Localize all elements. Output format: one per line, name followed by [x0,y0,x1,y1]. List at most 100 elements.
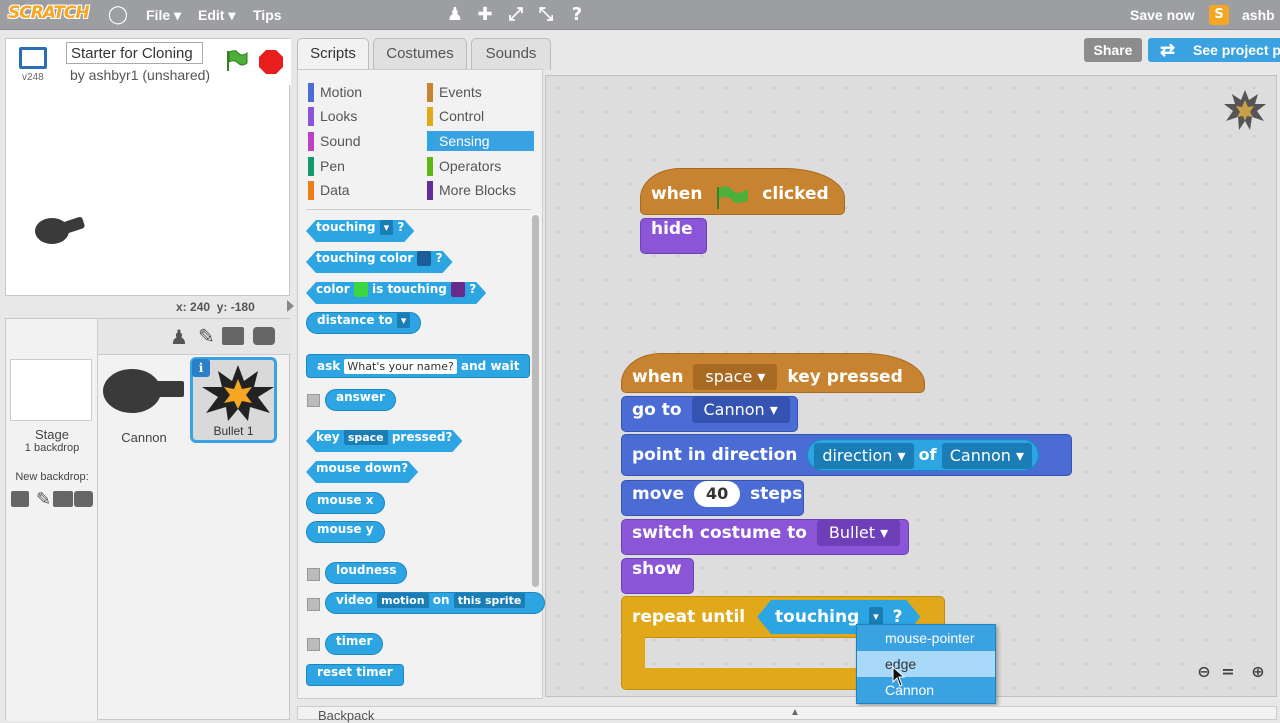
category-looks[interactable]: Looks [308,106,418,126]
category-more-blocks[interactable]: More Blocks [427,180,534,200]
costume-dropdown[interactable]: Bullet ▾ [816,520,901,546]
sprite-thumbnail-bullet[interactable]: i Bullet 1 [190,357,277,443]
backpack-bar[interactable]: Backpack ▲ [297,706,1277,723]
block-ask-and-wait[interactable]: ask What's your name? and wait [306,354,531,378]
green-flag-icon[interactable] [224,49,248,73]
when-flag-clicked-block[interactable]: when clicked [640,168,845,215]
paint-sprite-icon[interactable]: ✎ [198,324,215,349]
script-area[interactable]: when clicked hide when space ▾ key press… [545,75,1277,697]
camera-backdrop-icon[interactable] [74,491,93,507]
category-control[interactable]: Control [427,106,534,126]
block-key-pressed[interactable]: key space pressed? [306,430,462,452]
go-to-target-dropdown[interactable]: Cannon ▾ [691,397,790,423]
remix-arrows-icon: ⇄ [1160,40,1176,60]
sprite-library-icon[interactable]: ♟ [170,325,188,350]
block-mouse-y[interactable]: mouse y [306,521,385,543]
block-answer[interactable]: answer [325,389,396,411]
block-distance-to[interactable]: distance to ▾ [306,312,422,334]
see-project-page-button[interactable]: ⇄ See project p [1148,38,1280,62]
move-steps-block[interactable]: move 40 steps [621,480,804,516]
zoom-reset-icon[interactable]: = [1218,662,1238,682]
save-now-link[interactable]: Save now [1130,0,1195,30]
grow-icon[interactable]: ⤢ [505,4,527,26]
show-block[interactable]: show [621,558,694,594]
backdrop-count: 1 backdrop [24,442,80,454]
project-byline: by ashbyr1 (unshared) [70,67,211,83]
globe-icon[interactable]: ◯ [107,4,129,26]
tab-scripts[interactable]: Scripts [297,38,369,70]
tips-link[interactable]: Tips [253,0,282,30]
help-icon[interactable]: ? [566,4,588,26]
hide-block[interactable]: hide [640,218,707,254]
block-mouse-x[interactable]: mouse x [306,492,385,514]
collapse-stage-arrow[interactable] [287,300,294,312]
scratch-logo[interactable]: SCRATCH [8,3,90,27]
answer-checkbox[interactable] [307,394,320,407]
sprite-label: Cannon [121,430,167,445]
mouse-cursor-icon [892,665,906,688]
block-touching[interactable]: touching ▾ ? [306,220,414,242]
category-pen[interactable]: Pen [308,156,418,176]
menu-item-cannon[interactable]: Cannon [857,677,995,703]
block-touching-color[interactable]: touching color ? [306,251,453,273]
block-reset-timer[interactable]: reset timer [306,664,404,686]
zoom-in-icon[interactable]: ⊕ [1248,662,1268,682]
direction-dropdown[interactable]: direction ▾ [814,442,914,469]
stop-icon[interactable] [258,49,284,75]
category-events[interactable]: Events [427,82,534,102]
category-motion[interactable]: Motion [308,82,418,102]
menu-item-mouse-pointer[interactable]: mouse-pointer [857,625,995,651]
steps-input[interactable]: 40 [693,481,741,507]
shrink-icon[interactable]: ⤡ [535,4,557,26]
menu-item-edge[interactable]: edge [857,651,995,677]
cut-icon[interactable]: ✚ [474,4,496,26]
block-mouse-down[interactable]: mouse down? [306,461,418,483]
palette-scrollbar[interactable] [532,215,539,587]
block-loudness[interactable]: loudness [325,562,408,584]
video-checkbox[interactable] [307,598,320,611]
upload-sprite-icon[interactable] [222,327,244,345]
chevron-up-icon: ▲ [790,707,800,718]
my-stuff-icon[interactable]: S [1209,5,1229,25]
palette-divider [306,209,531,210]
category-operators[interactable]: Operators [427,156,534,176]
stage-header: v248 by ashbyr1 (unshared) [6,39,291,85]
block-timer[interactable]: timer [325,633,384,655]
fullscreen-icon[interactable] [19,47,47,69]
menu-bar: SCRATCH ◯ File ▾ Edit ▾ Tips ♟ ✚ ⤢ ⤡ ? S… [0,0,1280,30]
backdrop-library-icon[interactable] [11,491,29,507]
paint-backdrop-icon[interactable]: ✎ [36,489,51,510]
category-sound[interactable]: Sound [308,131,418,151]
point-in-direction-block[interactable]: point in direction direction ▾ of Cannon… [621,434,1072,476]
switch-costume-block[interactable]: switch costume to Bullet ▾ [621,519,909,555]
block-video-on[interactable]: video motion on this sprite [325,592,545,614]
when-key-pressed-block[interactable]: when space ▾ key pressed [621,353,925,393]
username[interactable]: ashb [1242,0,1275,30]
block-color-touching-color[interactable]: color is touching ? [306,282,486,304]
cannon-sprite-on-stage[interactable] [34,213,86,247]
duplicate-stamp-icon[interactable]: ♟ [444,4,466,26]
key-dropdown[interactable]: space ▾ [693,364,778,390]
tab-sounds[interactable]: Sounds [471,38,551,70]
share-button[interactable]: Share [1084,38,1142,62]
direction-of-sensing-reporter[interactable]: direction ▾ of Cannon ▾ [807,439,1040,471]
timer-checkbox[interactable] [307,638,320,651]
upload-backdrop-icon[interactable] [53,491,73,507]
sprite-panel: Stage 1 backdrop New backdrop: ✎ ♟ ✎ Can… [5,318,291,721]
category-data[interactable]: Data [308,180,418,200]
stage-thumbnail[interactable] [10,359,92,421]
go-to-block[interactable]: go to Cannon ▾ [621,396,798,432]
edit-menu[interactable]: Edit ▾ [198,0,235,30]
zoom-out-icon[interactable]: ⊖ [1194,662,1214,682]
file-menu[interactable]: File ▾ [146,0,181,30]
category-sensing[interactable]: Sensing [427,131,534,151]
sprite-label: Bullet 1 [213,424,254,438]
sprite-thumbnail-cannon[interactable]: Cannon [102,363,186,445]
sprite-corner-thumbnail [1222,88,1268,134]
of-target-dropdown[interactable]: Cannon ▾ [941,442,1033,469]
project-title-input[interactable] [66,42,203,64]
touching-dropdown-menu: mouse-pointer edge Cannon [856,624,996,704]
camera-sprite-icon[interactable] [253,327,275,345]
tab-costumes[interactable]: Costumes [373,38,467,70]
loudness-checkbox[interactable] [307,568,320,581]
